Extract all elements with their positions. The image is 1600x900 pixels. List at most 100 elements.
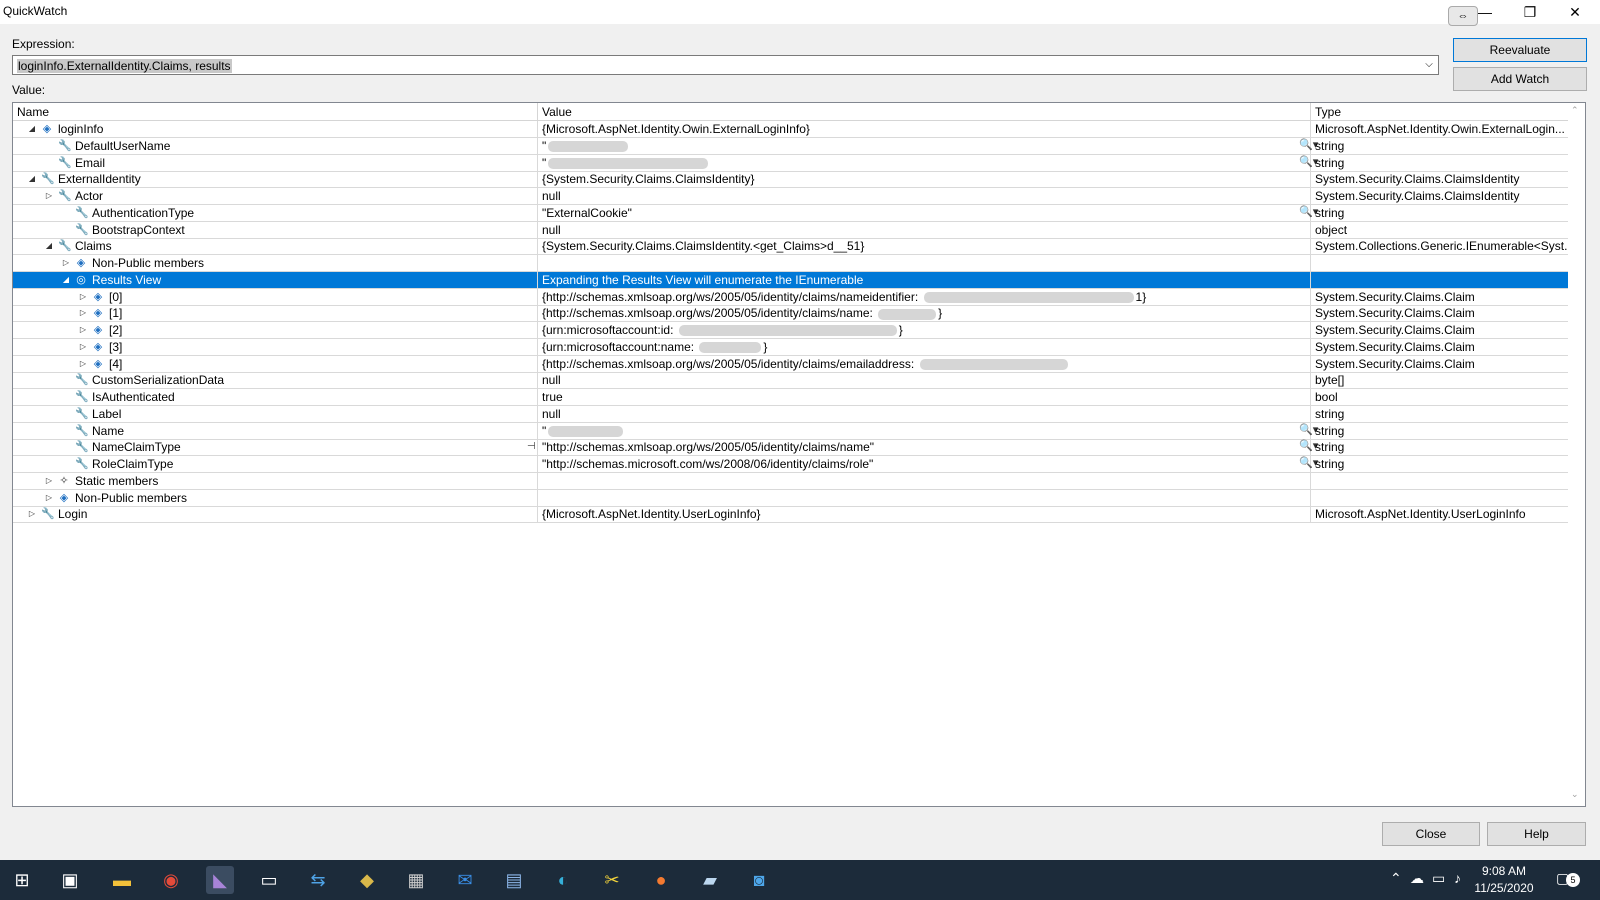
value-cell[interactable]: Expanding the Results View will enumerat… bbox=[538, 271, 1311, 288]
file-explorer-icon[interactable]: ▬ bbox=[108, 866, 136, 894]
collapse-icon[interactable]: ◢ bbox=[27, 171, 37, 187]
expand-icon[interactable]: ▷ bbox=[61, 255, 71, 271]
value-cell[interactable]: {urn:microsoftaccount:name: } bbox=[538, 338, 1311, 355]
expand-icon[interactable]: ▷ bbox=[78, 339, 88, 355]
expand-icon[interactable]: ▷ bbox=[78, 289, 88, 305]
value-cell[interactable]: {Microsoft.AspNet.Identity.Owin.External… bbox=[538, 121, 1311, 137]
table-row[interactable]: ▷ ◈ Non-Public members bbox=[13, 255, 1569, 272]
pin-icon[interactable]: ⊣ bbox=[527, 439, 536, 455]
table-row[interactable]: ◢ 🔧 Claims {System.Security.Claims.ClaimsId… bbox=[13, 238, 1569, 256]
vertical-scrollbar[interactable]: ⌃ ⌄ bbox=[1568, 103, 1585, 806]
expand-icon[interactable]: ▷ bbox=[78, 322, 88, 338]
minimize-button[interactable]: — bbox=[1463, 0, 1507, 24]
expand-icon[interactable]: ▷ bbox=[27, 506, 37, 522]
outlook-icon[interactable]: ✉ bbox=[451, 866, 479, 894]
calculator-icon[interactable]: ▦ bbox=[402, 866, 430, 894]
show-hidden-icons-icon[interactable]: ⌃ bbox=[1390, 870, 1402, 887]
value-cell[interactable]: {urn:microsoftaccount:id: } bbox=[538, 322, 1311, 338]
expand-icon[interactable]: ▷ bbox=[78, 356, 88, 372]
table-row[interactable]: ▷ ◈ [2] {urn:microsoftaccount:id: } System.S… bbox=[13, 322, 1569, 339]
table-row[interactable]: 🔧 RoleClaimType "http://schemas.microsoft.… bbox=[13, 456, 1569, 473]
close-button[interactable]: Close bbox=[1382, 822, 1480, 846]
value-cell[interactable]: null bbox=[538, 372, 1311, 389]
postman-icon[interactable]: ● bbox=[647, 866, 675, 894]
expression-input[interactable]: loginInfo.ExternalIdentity.Claims, resul… bbox=[12, 55, 1439, 75]
value-cell[interactable]: {System.Security.Claims.ClaimsIdentity.<… bbox=[538, 238, 1311, 255]
chevron-down-icon[interactable]: ⌵ bbox=[1422, 58, 1436, 72]
value-cell[interactable]: null bbox=[538, 188, 1311, 204]
table-row[interactable]: ◢ ◎ Results View Expanding the Results View… bbox=[13, 271, 1569, 289]
table-row[interactable]: ▷ ◈ [3] {urn:microsoftaccount:name: } System… bbox=[13, 338, 1569, 356]
remote-desktop-icon[interactable]: ▤ bbox=[500, 866, 528, 894]
table-row[interactable]: ▷ ✧ Static members bbox=[13, 472, 1569, 490]
windows-start-icon[interactable]: ⊞ bbox=[8, 866, 36, 894]
value-cell[interactable]: " bbox=[538, 422, 1311, 439]
reevaluate-button[interactable]: Reevaluate bbox=[1453, 38, 1587, 62]
app-blue-icon[interactable]: ◙ bbox=[745, 866, 773, 894]
table-row[interactable]: 🔧 BootstrapContext null object bbox=[13, 221, 1569, 239]
value-cell[interactable]: {System.Security.Claims.ClaimsIdentity} bbox=[538, 171, 1311, 188]
teamviewer-icon[interactable]: ⇆ bbox=[304, 866, 332, 894]
restore-button[interactable]: ❐ bbox=[1508, 0, 1552, 24]
visual-studio-icon[interactable]: ◣ bbox=[206, 866, 234, 894]
table-row[interactable]: ▷ ◈ Non-Public members bbox=[13, 489, 1569, 507]
expand-icon[interactable]: ▷ bbox=[78, 305, 88, 321]
column-header-value[interactable]: Value bbox=[538, 103, 1311, 121]
value-cell[interactable]: " bbox=[538, 154, 1311, 171]
table-row[interactable]: ▷ 🔧 Login {Microsoft.AspNet.Identity.UserLo… bbox=[13, 506, 1569, 524]
value-cell[interactable]: true bbox=[538, 389, 1311, 405]
task-view-icon[interactable]: ▣ bbox=[56, 866, 84, 894]
value-cell[interactable]: " bbox=[538, 137, 1311, 154]
add-watch-button[interactable]: Add Watch bbox=[1453, 67, 1587, 91]
clock[interactable]: 9:08 AM 11/25/2020 bbox=[1466, 863, 1542, 897]
help-button[interactable]: Help bbox=[1487, 822, 1586, 846]
table-row[interactable]: ◢ ◈ loginInfo {Microsoft.AspNet.Identity.Ow… bbox=[13, 121, 1569, 138]
network-icon[interactable]: ▭ bbox=[1432, 870, 1445, 887]
value-cell[interactable] bbox=[538, 489, 1311, 506]
table-row[interactable]: 🔧 Label null string bbox=[13, 405, 1569, 423]
table-row[interactable]: 🔧 Email " 🔍▾ string bbox=[13, 154, 1569, 172]
value-cell[interactable]: "ExternalCookie" bbox=[538, 204, 1311, 221]
table-row[interactable]: 🔧 IsAuthenticated true bool bbox=[13, 389, 1569, 406]
snipping-icon[interactable]: ✂ bbox=[598, 866, 626, 894]
onedrive-icon[interactable]: ☁ bbox=[1410, 870, 1424, 887]
expression-text[interactable]: loginInfo.ExternalIdentity.Claims, resul… bbox=[17, 59, 232, 73]
column-header-name[interactable]: Name bbox=[13, 103, 538, 121]
terminal-icon[interactable]: ▭ bbox=[255, 866, 283, 894]
close-window-button[interactable]: ✕ bbox=[1553, 0, 1597, 24]
notes-icon[interactable]: ▰ bbox=[696, 866, 724, 894]
chrome-icon[interactable]: ◉ bbox=[157, 866, 185, 894]
table-row[interactable]: ▷ 🔧 Actor null System.Security.Claims.Claims… bbox=[13, 188, 1569, 205]
value-cell[interactable]: {http://schemas.xmlsoap.org/ws/2005/05/i… bbox=[538, 288, 1311, 305]
table-row[interactable]: 🔧 DefaultUserName " 🔍▾ string bbox=[13, 137, 1569, 155]
scroll-up-icon[interactable]: ⌃ bbox=[1571, 105, 1579, 116]
app-icon[interactable]: ◆ bbox=[353, 866, 381, 894]
table-row[interactable]: ▷ ◈ [0] {http://schemas.xmlsoap.org/ws/2005… bbox=[13, 288, 1569, 306]
value-cell[interactable]: null bbox=[538, 405, 1311, 422]
expand-icon[interactable]: ▷ bbox=[44, 490, 54, 506]
value-cell[interactable]: "http://schemas.microsoft.com/ws/2008/06… bbox=[538, 456, 1311, 472]
edge-icon[interactable]: ◐ bbox=[549, 866, 577, 894]
table-row[interactable]: 🔧 NameClaimType ⊣ "http://schemas.xmlsoap.o… bbox=[13, 439, 1569, 457]
scroll-down-icon[interactable]: ⌄ bbox=[1571, 789, 1579, 800]
collapse-icon[interactable]: ◢ bbox=[44, 238, 54, 254]
table-row[interactable]: ◢ 🔧 ExternalIdentity {System.Security.Claim… bbox=[13, 171, 1569, 189]
watch-grid[interactable]: Name Value Type ◢ ◈ loginInfo {Microsoft.As… bbox=[12, 102, 1586, 807]
value-cell[interactable]: {http://schemas.xmlsoap.org/ws/2005/05/i… bbox=[538, 305, 1311, 322]
value-cell[interactable]: {http://schemas.xmlsoap.org/ws/2005/05/i… bbox=[538, 355, 1311, 372]
table-row[interactable]: ▷ ◈ [1] {http://schemas.xmlsoap.org/ws/2005… bbox=[13, 305, 1569, 323]
expand-icon[interactable]: ▷ bbox=[44, 473, 54, 489]
expand-icon[interactable]: ▷ bbox=[44, 188, 54, 204]
value-cell[interactable] bbox=[538, 472, 1311, 489]
table-row[interactable]: 🔧 AuthenticationType "ExternalCookie" 🔍▾ str… bbox=[13, 204, 1569, 222]
value-cell[interactable]: "http://schemas.xmlsoap.org/ws/2005/05/i… bbox=[538, 439, 1311, 456]
table-row[interactable]: ▷ ◈ [4] {http://schemas.xmlsoap.org/ws/2005… bbox=[13, 355, 1569, 373]
table-row[interactable]: 🔧 Name " 🔍▾ string bbox=[13, 422, 1569, 440]
collapse-icon[interactable]: ◢ bbox=[61, 272, 71, 288]
value-cell[interactable] bbox=[538, 255, 1311, 271]
value-cell[interactable]: null bbox=[538, 221, 1311, 238]
volume-icon[interactable]: ♪ bbox=[1454, 870, 1461, 886]
column-header-type[interactable]: Type bbox=[1311, 103, 1569, 121]
collapse-icon[interactable]: ◢ bbox=[27, 121, 37, 137]
table-row[interactable]: 🔧 CustomSerializationData null byte[] bbox=[13, 372, 1569, 390]
